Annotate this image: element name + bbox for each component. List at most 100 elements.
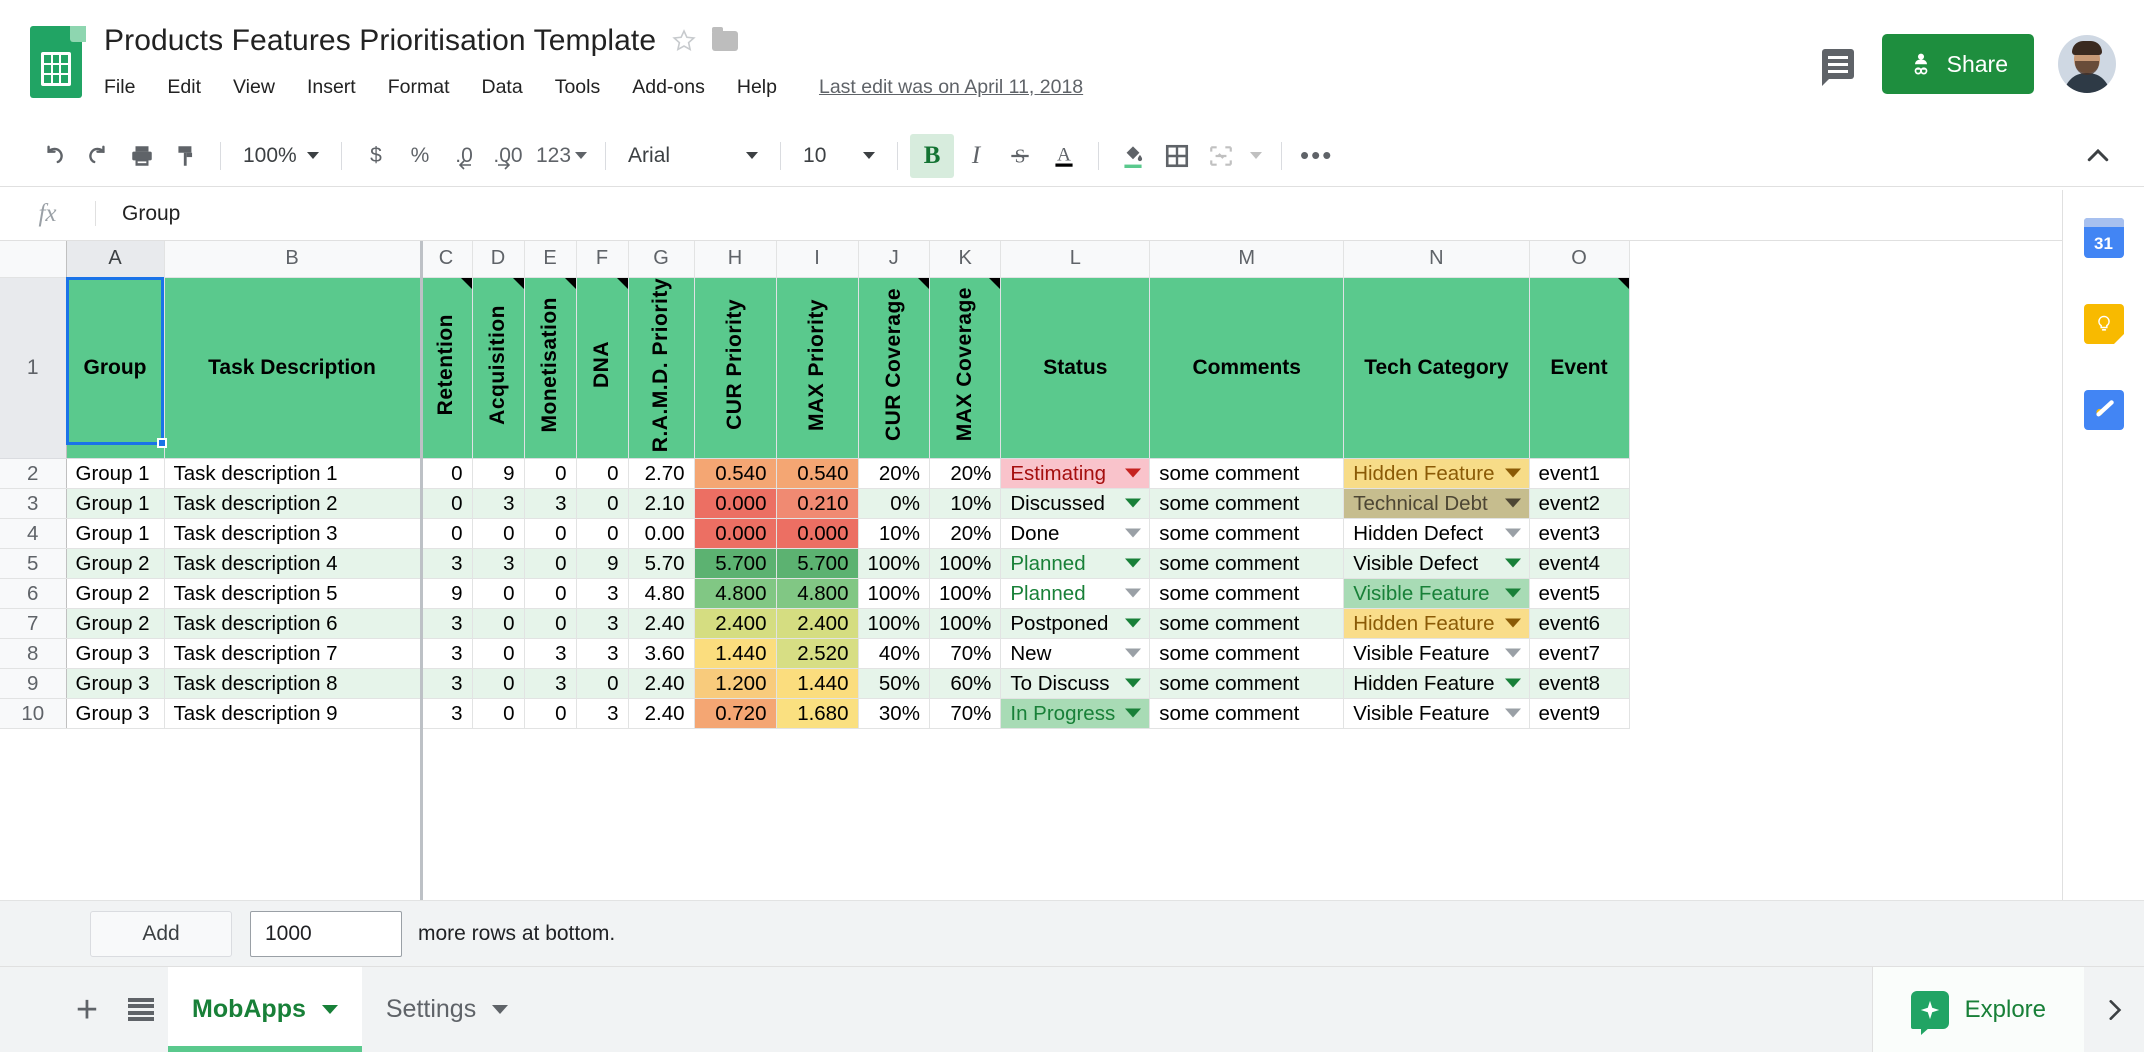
cell-monetisation[interactable]: 0	[524, 518, 576, 548]
cell-acquisition[interactable]: 9	[472, 458, 524, 488]
comments-icon[interactable]	[1822, 49, 1854, 79]
cell-task-description[interactable]: Task description 2	[164, 488, 420, 518]
sheet-grid[interactable]: A B C D E F G H I J K L M N O	[0, 241, 2144, 900]
dropdown-arrow-icon[interactable]	[1505, 709, 1521, 718]
cell-tech-category[interactable]: Visible Feature	[1344, 638, 1529, 668]
cell-task-description[interactable]: Task description 9	[164, 698, 420, 728]
table-row[interactable]: 10Group 3Task description 930032.400.720…	[0, 698, 1629, 728]
cell-retention[interactable]: 3	[420, 698, 472, 728]
cell-max-coverage[interactable]: 100%	[929, 548, 1000, 578]
dropdown-arrow-icon[interactable]	[1125, 709, 1141, 718]
menu-file[interactable]: File	[104, 72, 151, 103]
row-header-7[interactable]: 7	[0, 608, 66, 638]
cell-event[interactable]: event8	[1529, 668, 1629, 698]
cell-dna[interactable]: 0	[576, 668, 628, 698]
table-row[interactable]: 2Group 1Task description 109002.700.5400…	[0, 458, 1629, 488]
column-header-N[interactable]: N	[1344, 241, 1529, 277]
cell-acquisition[interactable]: 3	[472, 488, 524, 518]
google-keep-icon[interactable]	[2084, 304, 2124, 344]
column-header-B[interactable]: B	[164, 241, 420, 277]
dropdown-arrow-icon[interactable]	[1125, 499, 1141, 508]
cell-comments[interactable]: some comment	[1150, 518, 1344, 548]
row-header-3[interactable]: 3	[0, 488, 66, 518]
font-family-selector[interactable]: Arial	[618, 134, 768, 178]
cell-dna[interactable]: 3	[576, 638, 628, 668]
cell-cur-coverage[interactable]: 40%	[858, 638, 929, 668]
cell-monetisation[interactable]: 0	[524, 698, 576, 728]
header-cell-comments[interactable]: Comments	[1150, 277, 1344, 458]
column-header-D[interactable]: D	[472, 241, 524, 277]
cell-tech-category[interactable]: Visible Feature	[1344, 578, 1529, 608]
move-to-folder-icon[interactable]	[712, 31, 738, 51]
star-icon[interactable]	[672, 29, 696, 53]
cell-max-priority[interactable]: 0.000	[776, 518, 858, 548]
column-header-C[interactable]: C	[420, 241, 472, 277]
select-all-corner[interactable]	[0, 241, 66, 277]
cell-tech-category[interactable]: Visible Feature	[1344, 698, 1529, 728]
avatar[interactable]	[2058, 35, 2116, 93]
redo-icon[interactable]	[76, 134, 120, 178]
cell-monetisation[interactable]: 0	[524, 608, 576, 638]
table-row[interactable]: 9Group 3Task description 830302.401.2001…	[0, 668, 1629, 698]
cell-ramd-priority[interactable]: 2.40	[628, 608, 694, 638]
column-header-G[interactable]: G	[628, 241, 694, 277]
cell-max-priority[interactable]: 0.540	[776, 458, 858, 488]
table-row[interactable]: 3Group 1Task description 203302.100.0000…	[0, 488, 1629, 518]
dropdown-arrow-icon[interactable]	[1125, 619, 1141, 628]
column-header-J[interactable]: J	[858, 241, 929, 277]
dropdown-arrow-icon[interactable]	[1505, 559, 1521, 568]
cell-ramd-priority[interactable]: 3.60	[628, 638, 694, 668]
cell-dna[interactable]: 0	[576, 518, 628, 548]
cell-status[interactable]: Discussed	[1001, 488, 1150, 518]
text-color-button[interactable]: A	[1042, 134, 1086, 178]
cell-ramd-priority[interactable]: 4.80	[628, 578, 694, 608]
add-rows-button[interactable]: Add	[90, 911, 232, 957]
dropdown-arrow-icon[interactable]	[1125, 529, 1141, 538]
cell-task-description[interactable]: Task description 7	[164, 638, 420, 668]
cell-event[interactable]: event6	[1529, 608, 1629, 638]
column-header-A[interactable]: A	[66, 241, 164, 277]
cell-status[interactable]: Done	[1001, 518, 1150, 548]
menu-data[interactable]: Data	[466, 72, 539, 103]
cell-tech-category[interactable]: Hidden Feature	[1344, 668, 1529, 698]
cell-comments[interactable]: some comment	[1150, 548, 1344, 578]
cell-max-priority[interactable]: 1.680	[776, 698, 858, 728]
cell-event[interactable]: event4	[1529, 548, 1629, 578]
dropdown-arrow-icon[interactable]	[1505, 679, 1521, 688]
header-cell-status[interactable]: Status	[1001, 277, 1150, 458]
row-header-9[interactable]: 9	[0, 668, 66, 698]
cell-dna[interactable]: 0	[576, 458, 628, 488]
row-header-6[interactable]: 6	[0, 578, 66, 608]
cell-group[interactable]: Group 3	[66, 698, 164, 728]
cell-dna[interactable]: 3	[576, 578, 628, 608]
cell-group[interactable]: Group 1	[66, 518, 164, 548]
table-row[interactable]: 8Group 3Task description 730333.601.4402…	[0, 638, 1629, 668]
cell-cur-coverage[interactable]: 100%	[858, 578, 929, 608]
cell-cur-priority[interactable]: 1.440	[694, 638, 776, 668]
header-cell-tech-category[interactable]: Tech Category	[1344, 277, 1529, 458]
google-calendar-icon[interactable]: 31	[2084, 218, 2124, 258]
header-cell-retention[interactable]: Retention	[420, 277, 472, 458]
cell-acquisition[interactable]: 0	[472, 668, 524, 698]
cell-cur-priority[interactable]: 5.700	[694, 548, 776, 578]
cell-event[interactable]: event3	[1529, 518, 1629, 548]
expand-panel-icon[interactable]	[2084, 967, 2144, 1052]
cell-tech-category[interactable]: Hidden Feature	[1344, 608, 1529, 638]
cell-max-priority[interactable]: 5.700	[776, 548, 858, 578]
cell-max-coverage[interactable]: 100%	[929, 578, 1000, 608]
cell-monetisation[interactable]: 3	[524, 638, 576, 668]
sheet-tab-settings[interactable]: Settings	[362, 967, 532, 1052]
column-header-K[interactable]: K	[929, 241, 1000, 277]
share-button[interactable]: Share	[1882, 34, 2034, 94]
header-cell-group[interactable]: Group	[66, 277, 164, 458]
percent-format-button[interactable]: %	[398, 134, 442, 178]
cell-group[interactable]: Group 2	[66, 608, 164, 638]
chevron-down-icon[interactable]	[322, 1005, 338, 1014]
cell-cur-priority[interactable]: 0.540	[694, 458, 776, 488]
cell-status[interactable]: New	[1001, 638, 1150, 668]
cell-dna[interactable]: 0	[576, 488, 628, 518]
row-header-4[interactable]: 4	[0, 518, 66, 548]
header-cell-monetisation[interactable]: Monetisation	[524, 277, 576, 458]
cell-max-priority[interactable]: 1.440	[776, 668, 858, 698]
cell-event[interactable]: event5	[1529, 578, 1629, 608]
